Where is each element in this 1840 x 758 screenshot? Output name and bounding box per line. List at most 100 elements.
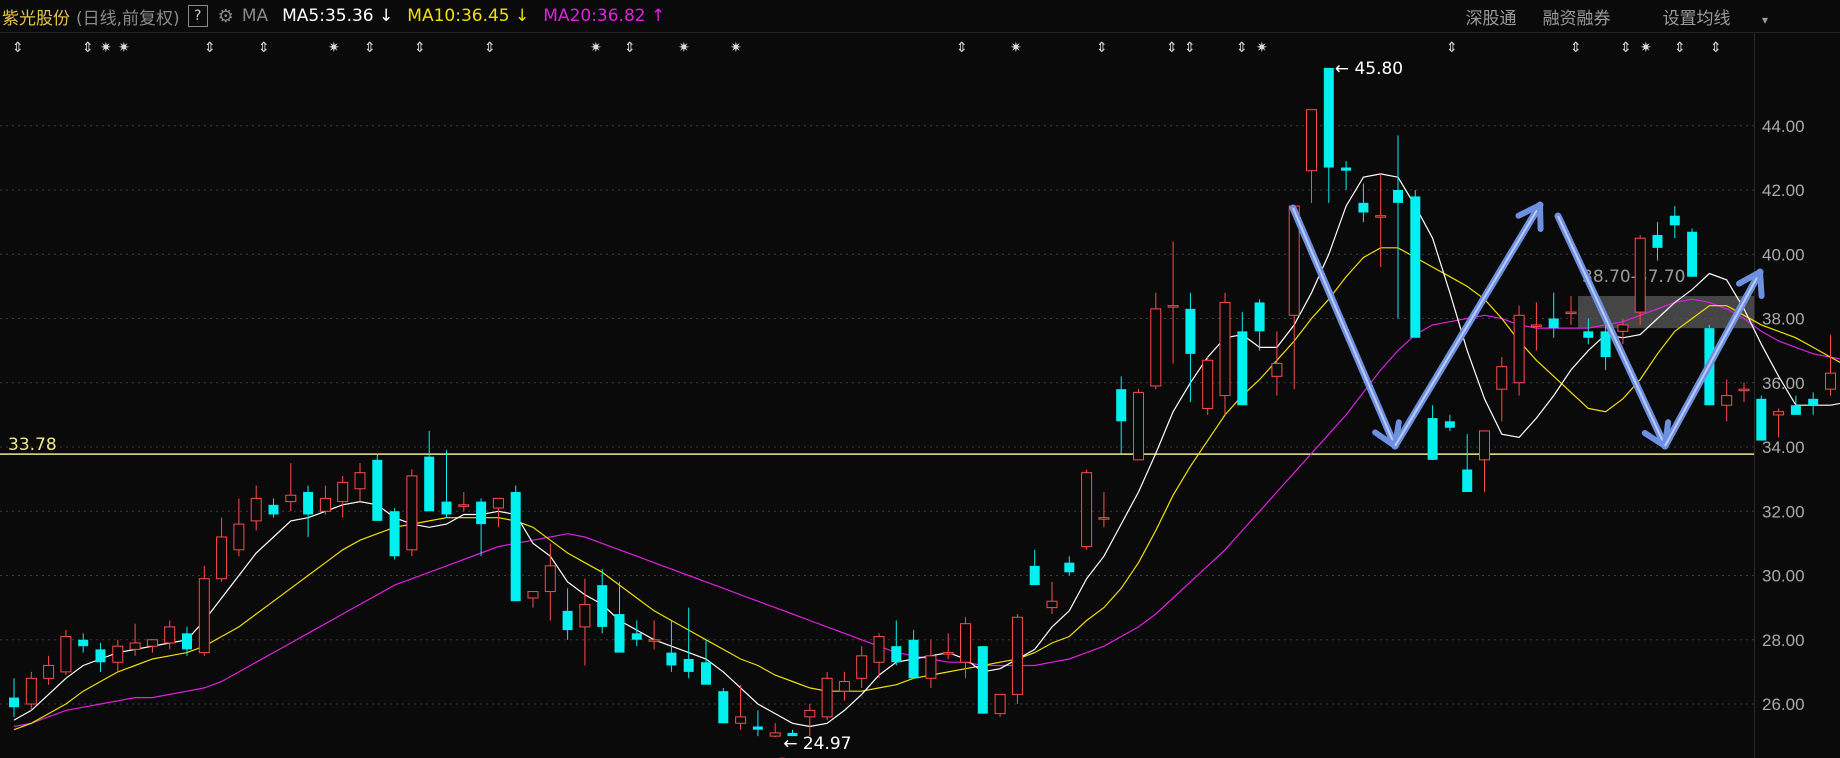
y-tick-label: 30.00 [1762,567,1805,586]
candle-body [1167,305,1179,308]
y-tick-label: 42.00 [1762,181,1805,200]
candle-body [1219,301,1231,397]
star-event-icon: ✷ [100,40,112,56]
candle-body [1773,411,1785,416]
candle-body [597,585,608,627]
candle-body [1081,472,1093,548]
candle-body [319,497,331,512]
event-marker-icon: ⇕ [484,40,496,56]
candle-body [1496,366,1508,390]
candle-body [1634,237,1646,313]
y-tick-label: 40.00 [1762,245,1805,264]
event-marker-icon: ⇕ [956,40,968,56]
candle-body [1565,311,1577,315]
candle-body [1721,395,1733,406]
candle-body [95,649,106,663]
candle-body [614,614,625,653]
y-tick-label: 32.00 [1762,502,1805,521]
candle-body [233,523,245,551]
candle-body [735,716,747,724]
candle-body [285,494,297,503]
support-label: 33.78 [8,435,57,455]
candle-body [1341,167,1352,171]
event-marker-icon: ⇕ [204,40,216,56]
y-tick-label: 34.00 [1762,438,1805,457]
event-marker-icon: ⇕ [258,40,270,56]
candle-body [1410,196,1421,338]
event-marker-icon: ⇕ [82,40,94,56]
star-event-icon: ✷ [678,40,690,56]
candle-body [25,677,37,705]
candle-body [1323,67,1334,168]
candle-body [1652,234,1663,248]
event-marker-icon: ⇕ [1184,40,1196,56]
y-tick-label: 38.00 [1762,310,1805,329]
event-marker-icon: ⇕ [364,40,376,56]
candle-body [804,709,816,718]
star-event-icon: ✷ [328,40,340,56]
candle-body [1271,362,1283,377]
candle-body [1479,430,1490,461]
candle-body [1427,418,1438,460]
event-marker-icon: ⇕ [1236,40,1248,56]
candle-body [873,636,885,663]
candle-body [1375,215,1387,218]
candle-body [1116,389,1127,422]
candle-body [1669,215,1680,226]
candle-body [1444,421,1455,428]
candle-body [631,633,642,640]
candle-body [1237,331,1248,406]
candle-body [562,610,573,631]
candle-body [579,603,591,628]
candle-body [78,639,89,647]
y-tick-label: 44.00 [1762,117,1805,136]
candle-body [856,655,868,679]
candle-body [268,504,279,515]
candle-body [1617,324,1629,332]
event-marker-icon: ⇕ [1570,40,1582,56]
candlestick-chart[interactable]: 44.0042.0040.0038.0036.0034.0032.0030.00… [0,0,1840,758]
candle-body [666,652,677,666]
candle-body [164,626,176,644]
candle-body [1738,388,1750,392]
candle-body [476,501,487,525]
candle-body [424,456,435,512]
candle-body [1133,391,1144,461]
candle-body [752,726,763,730]
candle-body [1756,398,1767,441]
candle-body [60,636,72,673]
candle-body [1202,359,1214,409]
candle-body [458,504,470,507]
candle-body [769,732,781,737]
candle-body [527,591,539,599]
candle-body [544,565,556,593]
star-event-icon: ✷ [590,40,602,56]
star-event-icon: ✷ [1256,40,1268,56]
star-event-icon: ✷ [118,40,130,56]
y-tick-label: 28.00 [1762,631,1805,650]
candle-body [146,639,158,647]
candle-body [1098,517,1110,520]
candle-body [1393,190,1403,203]
candle-body [406,475,418,551]
candle-body [1029,565,1040,586]
candle-body [1462,469,1473,492]
candle-body [303,491,314,515]
event-marker-icon: ⇕ [1446,40,1458,56]
trend-arrow-core [1292,207,1396,447]
zone-label: 38.70-37.70 [1582,267,1685,287]
candle-body [1808,398,1819,406]
candle-body [389,511,400,557]
candle-body [977,646,988,714]
high-price-label: ← 45.80 [1335,59,1403,79]
candle-body [250,497,262,522]
candle-body [112,645,124,663]
event-marker-icon: ⇕ [1674,40,1686,56]
candle-body [372,459,383,521]
candle-body [838,681,850,692]
candle-body [441,501,452,515]
candle-body [1687,231,1698,277]
candle-body [43,664,55,679]
event-marker-icon: ⇕ [12,40,24,56]
candle-body [354,472,366,490]
